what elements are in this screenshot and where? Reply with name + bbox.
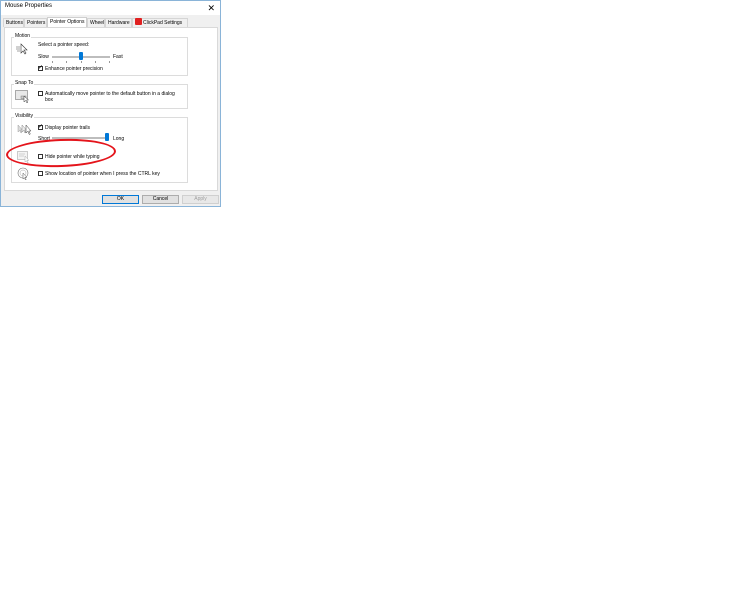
- snap-to-default-label-line2: box: [45, 97, 54, 103]
- tab-label: Hardware: [108, 20, 130, 26]
- pointer-trails-checkbox[interactable]: [38, 123, 43, 131]
- tab-label: Pointer Options: [50, 19, 85, 25]
- clickpad-icon: [135, 18, 142, 26]
- snap-to-group: Snap To Automatically move pointer to th…: [11, 80, 188, 109]
- mouse-properties-dialog: Mouse Properties ✕ Buttons Pointers Poin…: [0, 0, 221, 207]
- window-title: Mouse Properties: [5, 3, 53, 9]
- tick-mark: [66, 61, 67, 63]
- fast-label: Fast: [113, 54, 123, 60]
- pointer-trails-slider-thumb[interactable]: [105, 133, 109, 141]
- tick-mark: [81, 61, 82, 63]
- cancel-button[interactable]: Cancel: [142, 195, 179, 204]
- group-label: Snap To: [14, 80, 35, 86]
- pointer-speed-label: Select a pointer speed:: [38, 42, 90, 48]
- show-location-ctrl-checkbox[interactable]: [38, 171, 43, 176]
- tick-mark: [52, 61, 53, 63]
- pointer-trails-icon: [17, 124, 32, 135]
- snap-to-default-checkbox[interactable]: [38, 91, 43, 96]
- show-location-ctrl-label: Show location of pointer when I press th…: [45, 171, 160, 177]
- pointer-speed-icon: [16, 43, 28, 55]
- group-label: Motion: [14, 33, 32, 39]
- enhance-precision-checkbox[interactable]: [38, 64, 43, 72]
- tab-buttons[interactable]: Buttons: [3, 18, 24, 27]
- tab-label: Wheel: [90, 20, 105, 26]
- tab-label: Pointers: [27, 20, 46, 26]
- tab-pointer-options[interactable]: Pointer Options: [47, 17, 87, 27]
- slider-ticks: [52, 61, 110, 64]
- tick-mark: [109, 61, 110, 63]
- ok-button[interactable]: OK: [102, 195, 139, 204]
- tab-label: ClickPad Settings: [143, 20, 183, 26]
- show-location-icon: [17, 167, 29, 180]
- tab-hardware[interactable]: Hardware: [105, 18, 132, 27]
- pointer-trails-label: Display pointer trails: [45, 125, 91, 131]
- slow-label: Slow: [38, 54, 49, 60]
- title-bar: Mouse Properties ✕: [1, 1, 220, 15]
- group-label: Visibility: [14, 113, 34, 119]
- motion-group: Motion Select a pointer speed: Slow Fast…: [11, 33, 188, 76]
- snap-to-icon: [15, 90, 30, 103]
- tab-label: Buttons: [6, 20, 23, 26]
- enhance-precision-label: Enhance pointer precision: [45, 66, 103, 72]
- tab-clickpad-settings[interactable]: ClickPad Settings: [132, 18, 188, 27]
- snap-to-default-label: Automatically move pointer to the defaul…: [45, 91, 175, 97]
- apply-button[interactable]: Apply: [182, 195, 219, 204]
- pointer-speed-slider-thumb[interactable]: [79, 52, 83, 60]
- long-label: Long: [113, 136, 125, 142]
- tick-mark: [95, 61, 96, 63]
- close-icon[interactable]: ✕: [207, 1, 215, 15]
- tab-pointers[interactable]: Pointers: [24, 18, 47, 27]
- tab-wheel[interactable]: Wheel: [87, 18, 105, 27]
